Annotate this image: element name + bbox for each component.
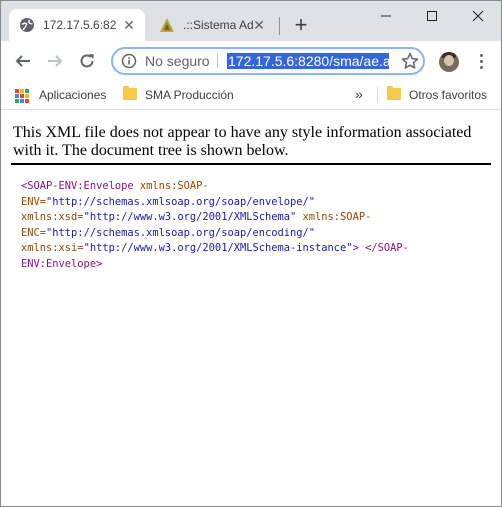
tab-separator bbox=[279, 17, 280, 35]
xml-attribute: ENC= bbox=[21, 226, 47, 239]
xml-attribute: xmlns:SOAP- bbox=[296, 211, 372, 223]
xml-tag: ENV:Envelope> bbox=[21, 257, 103, 270]
tab-title: .::Sistema Ad bbox=[183, 18, 254, 32]
bookmark-apps-label: Aplicaciones bbox=[39, 88, 107, 102]
xml-attribute-value: "http://www.w3.org/2001/XMLSchema-instan… bbox=[83, 242, 353, 254]
kebab-menu-icon[interactable] bbox=[471, 51, 491, 71]
reload-icon[interactable] bbox=[75, 49, 99, 73]
forward-arrow-icon[interactable] bbox=[43, 49, 67, 73]
bookmark-folder-label: SMA Producción bbox=[145, 88, 234, 102]
profile-avatar[interactable] bbox=[439, 52, 459, 72]
xml-attribute-value: "http://schemas.xmlsoap.org/soap/envelop… bbox=[46, 195, 316, 208]
xml-attribute: xmlns:xsi= bbox=[21, 242, 84, 254]
chevron-double-right-icon[interactable]: » bbox=[355, 86, 369, 102]
xml-attribute: xmlns:SOAP- bbox=[133, 180, 209, 192]
notice-divider bbox=[11, 163, 491, 165]
omnibox-separator bbox=[217, 54, 218, 68]
bookmark-other-label: Otros favoritos bbox=[409, 88, 488, 102]
tab-active[interactable]: 172.17.5.6:82 ✕ bbox=[9, 9, 145, 41]
xml-tag: <SOAP-ENV:Envelope bbox=[21, 180, 134, 192]
info-icon[interactable] bbox=[121, 53, 137, 69]
window-close-icon[interactable] bbox=[455, 1, 501, 31]
folder-icon bbox=[387, 86, 401, 100]
bookmark-folder-sma[interactable]: SMA Producción bbox=[123, 86, 243, 103]
back-arrow-icon[interactable] bbox=[11, 49, 35, 73]
bookmarks-bar: Aplicaciones SMA Producción » Otros favo… bbox=[1, 81, 501, 110]
address-bar[interactable]: No seguro 172.17.5.6:8280/sma/ae.ae bbox=[111, 47, 425, 75]
new-tab-plus-icon[interactable]: + bbox=[289, 13, 313, 37]
security-label[interactable]: No seguro bbox=[145, 53, 210, 69]
page-content: This XML file does not appear to have an… bbox=[1, 110, 501, 506]
bookmark-separator bbox=[377, 87, 378, 103]
tab-inactive[interactable]: .::Sistema Ad ✕ bbox=[149, 9, 275, 41]
xml-style-notice: This XML file does not appear to have an… bbox=[13, 124, 472, 159]
tab-title: 172.17.5.6:82 bbox=[43, 18, 117, 32]
xml-attribute: xmlns:xsd= bbox=[21, 211, 84, 223]
apps-grid-icon bbox=[15, 89, 29, 103]
star-icon[interactable] bbox=[401, 52, 419, 70]
tab-close-icon[interactable]: ✕ bbox=[251, 17, 267, 33]
bookmark-other-favorites[interactable]: Otros favoritos bbox=[387, 86, 497, 103]
url-selected[interactable]: 172.17.5.6:8280/sma/ae.ae bbox=[227, 53, 389, 69]
xml-tag: > </SOAP- bbox=[352, 242, 409, 254]
globe-icon bbox=[20, 18, 34, 32]
warning-triangle-favicon bbox=[160, 18, 174, 32]
tab-strip: 172.17.5.6:82 ✕ .::Sistema Ad ✕ + bbox=[1, 1, 501, 41]
xml-attribute-value: "http://schemas.xmlsoap.org/soap/encodin… bbox=[46, 226, 316, 239]
url-text[interactable]: 172.17.5.6:8280/sma/ae.ae bbox=[227, 51, 389, 71]
xml-tree: <SOAP-ENV:Envelope xmlns:SOAP- ENV="http… bbox=[21, 179, 441, 272]
xml-attribute: ENV= bbox=[21, 195, 47, 208]
browser-window: 172.17.5.6:82 ✕ .::Sistema Ad ✕ + No seg… bbox=[0, 0, 502, 507]
toolbar: No seguro 172.17.5.6:8280/sma/ae.ae bbox=[1, 41, 501, 81]
tab-close-icon[interactable]: ✕ bbox=[121, 17, 137, 33]
xml-attribute-value: "http://www.w3.org/2001/XMLSchema" bbox=[83, 211, 297, 223]
maximize-icon[interactable] bbox=[409, 1, 455, 31]
minimize-icon[interactable] bbox=[363, 1, 409, 31]
bookmark-apps[interactable]: Aplicaciones bbox=[15, 87, 115, 103]
folder-icon bbox=[123, 86, 137, 100]
